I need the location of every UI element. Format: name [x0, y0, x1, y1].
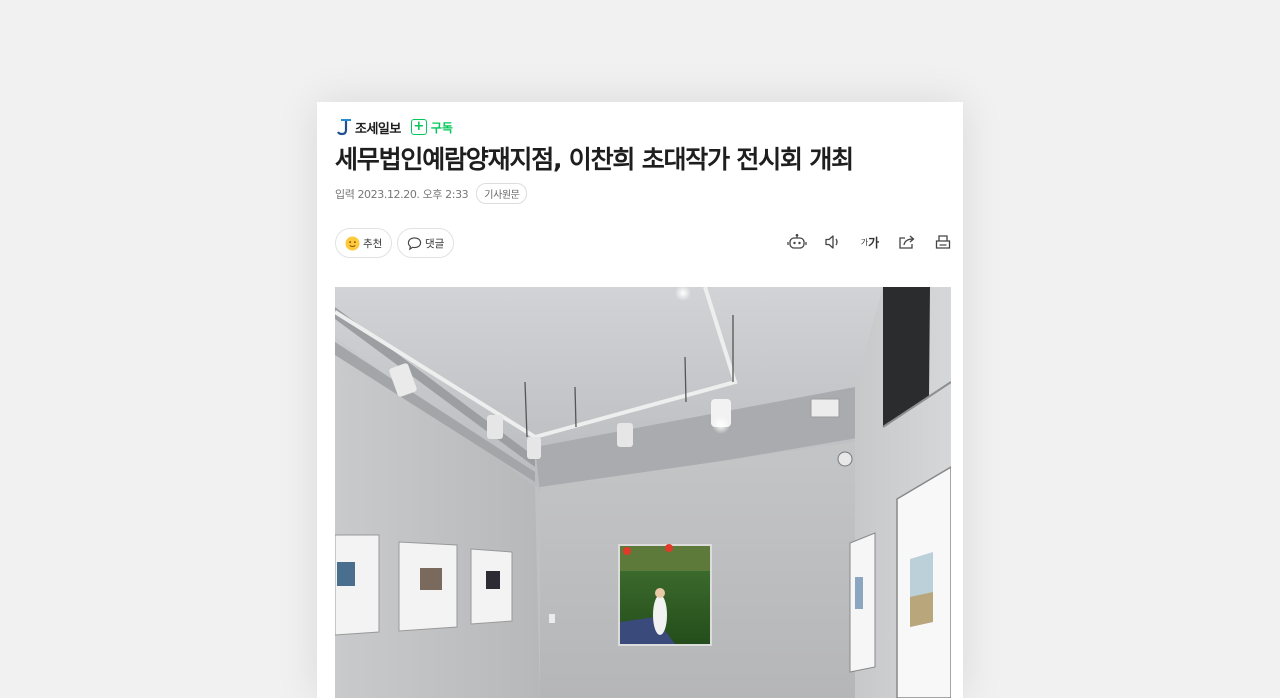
smile-emoji-icon [345, 235, 360, 251]
gallery-exhibition-photo [335, 287, 951, 698]
published-date: 2023.12.20. 오후 2:33 [357, 187, 469, 201]
press-header: 조세일보 + 구독 [335, 116, 453, 138]
article-card: 조세일보 + 구독 세무법인예람양재지점, 이찬희 초대작가 전시회 개최 입력… [317, 102, 963, 698]
article-meta: 입력 2023.12.20. 오후 2:33 기사원문 [335, 183, 528, 204]
speaker-icon[interactable] [823, 232, 843, 252]
article-title: 세무법인예람양재지점, 이찬희 초대작가 전시회 개최 [335, 145, 854, 174]
gallery-photo-illustration [335, 287, 951, 698]
plus-square-icon: + [410, 119, 427, 135]
recommend-button[interactable]: 추천 [335, 228, 393, 258]
robot-summary-icon[interactable] [787, 232, 807, 252]
comment-button[interactable]: 댓글 [397, 228, 455, 258]
article-toolbar: 가가 [787, 232, 953, 252]
press-name[interactable]: 조세일보 [355, 118, 401, 137]
share-icon[interactable] [897, 232, 917, 252]
original-article-button[interactable]: 기사원문 [476, 183, 528, 204]
subscribe-label: 구독 [430, 120, 453, 135]
comment-bubble-icon [407, 236, 422, 251]
press-logo-icon [337, 119, 351, 136]
print-icon[interactable] [933, 232, 953, 252]
published-label: 입력 [335, 187, 355, 201]
subscribe-button[interactable]: + 구독 [410, 119, 453, 136]
recommend-label: 추천 [363, 237, 383, 250]
font-size-button[interactable]: 가가 [859, 232, 881, 252]
font-size-label: 가 [868, 235, 880, 250]
font-size-small-label: 가 [860, 237, 869, 247]
comment-label: 댓글 [425, 237, 445, 250]
